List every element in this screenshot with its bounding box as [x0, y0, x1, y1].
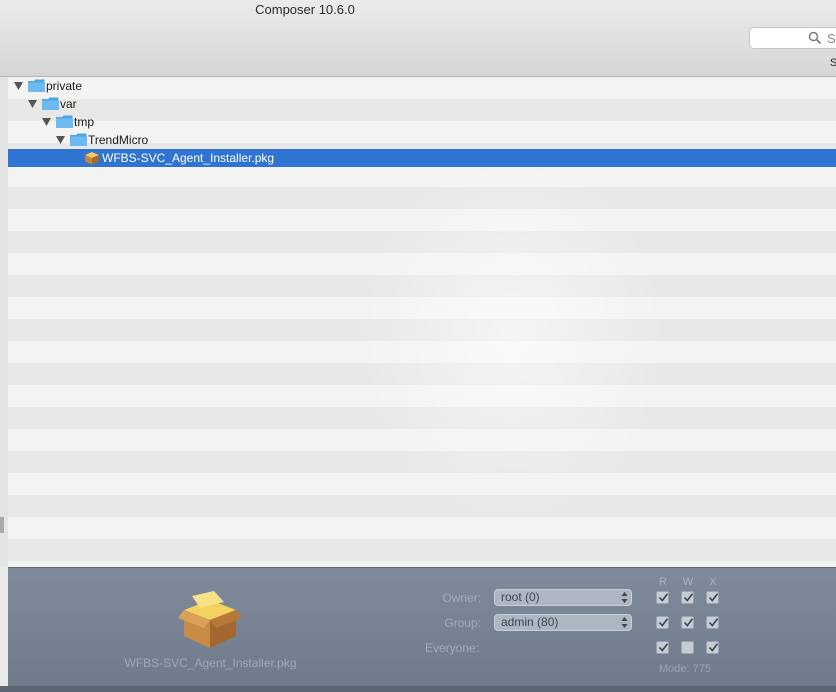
title-bar: Composer 10.6.0 S S [0, 0, 836, 77]
checkmark-icon [708, 643, 719, 652]
folder-icon [56, 115, 73, 128]
checkmark-icon [708, 618, 719, 627]
package-icon [178, 591, 242, 648]
owner-read-checkbox[interactable] [656, 591, 669, 604]
owner-execute-checkbox[interactable] [706, 591, 719, 604]
tree-row-label: WFBS-SVC_Agent_Installer.pkg [102, 151, 275, 165]
file-tree[interactable]: private var tmp TrendMicro WFBS-SVC_Agen… [8, 77, 836, 567]
perm-header-execute: X [709, 576, 717, 588]
tree-row-tmp[interactable]: tmp [8, 113, 836, 131]
group-write-checkbox[interactable] [681, 616, 694, 629]
group-execute-checkbox[interactable] [706, 616, 719, 629]
search-icon [808, 31, 822, 45]
everyone-execute-checkbox[interactable] [706, 641, 719, 654]
checkmark-icon [658, 643, 669, 652]
checkmark-icon [708, 593, 719, 602]
search-field[interactable]: S [749, 27, 836, 49]
owner-label: Owner: [442, 591, 481, 605]
checkmark-icon [658, 618, 669, 627]
updown-arrows-icon [621, 592, 628, 603]
tree-row-var[interactable]: var [8, 95, 836, 113]
app-title: Composer 10.6.0 [255, 2, 355, 17]
owner-popup[interactable]: root (0) [494, 589, 632, 606]
tree-row-label: TrendMicro [88, 133, 149, 147]
tree-row-label: var [60, 97, 77, 111]
checkmark-icon [658, 593, 669, 602]
splitter-handle[interactable] [0, 517, 4, 533]
folder-icon [70, 133, 87, 146]
inspector-item-name: WFBS-SVC_Agent_Installer.pkg [124, 656, 297, 670]
inspector-panel: WFBS-SVC_Agent_Installer.pkg Owner: root… [8, 567, 836, 687]
folder-icon [42, 97, 59, 110]
owner-write-checkbox[interactable] [681, 591, 694, 604]
tree-row-private[interactable]: private [8, 77, 836, 95]
disclosure-triangle-icon[interactable] [56, 136, 65, 144]
toolbar-label: S [830, 57, 836, 69]
group-label: Group: [444, 616, 481, 630]
window-bottom-edge [0, 686, 836, 692]
checkmark-icon [683, 593, 694, 602]
disclosure-triangle-icon[interactable] [42, 118, 51, 126]
group-read-checkbox[interactable] [656, 616, 669, 629]
owner-value: root (0) [501, 590, 540, 604]
tree-row-trendmicro[interactable]: TrendMicro [8, 131, 836, 149]
search-placeholder: S [827, 31, 836, 46]
perm-header-write: W [682, 576, 694, 588]
group-value: admin (80) [501, 615, 559, 629]
disclosure-triangle-icon[interactable] [28, 100, 37, 108]
package-icon [85, 152, 99, 165]
tree-row-label: tmp [74, 115, 95, 129]
checkmark-icon [683, 618, 694, 627]
mode-text: Mode: 775 [659, 663, 711, 675]
everyone-read-checkbox[interactable] [656, 641, 669, 654]
perm-header-read: R [659, 576, 667, 588]
tree-row-installer-pkg[interactable]: WFBS-SVC_Agent_Installer.pkg [8, 149, 836, 167]
everyone-label: Everyone: [424, 641, 479, 655]
updown-arrows-icon [621, 617, 628, 628]
group-popup[interactable]: admin (80) [494, 614, 632, 631]
everyone-write-checkbox[interactable] [681, 641, 694, 654]
folder-icon [28, 79, 45, 92]
tree-row-label: private [46, 79, 83, 93]
disclosure-triangle-icon[interactable] [14, 82, 23, 90]
